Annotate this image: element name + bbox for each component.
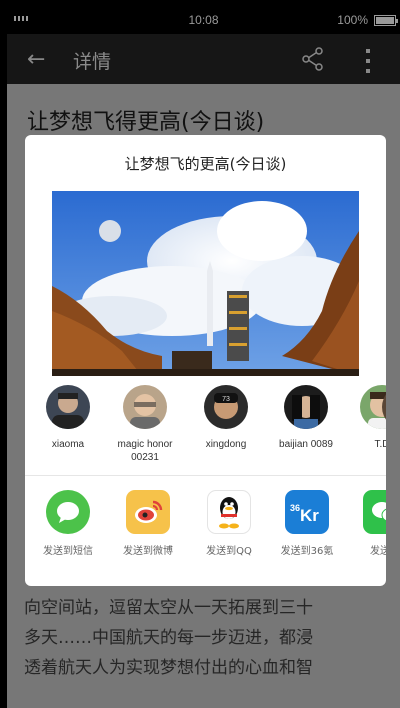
contact-item[interactable]: 更: [366, 385, 386, 451]
weibo-icon: [126, 490, 170, 534]
article-line: 透着航天人为实现梦想付出的心血和智: [24, 658, 313, 678]
contact-name: xiaoma: [51, 439, 85, 450]
contact-name: baijian 0089: [279, 439, 333, 450]
contact-item[interactable]: 73 xingdong: [188, 385, 264, 451]
contact-name: xingdong: [205, 439, 247, 450]
avatar: [382, 385, 386, 429]
share-dialog: 让梦想飞的更高(今日谈) xiaoma magic honor 00231 73…: [25, 135, 386, 586]
more-vertical-icon[interactable]: [366, 49, 370, 73]
contact-item[interactable]: xiaoma: [30, 385, 106, 451]
contact-item[interactable]: baijian 0089: [268, 385, 344, 451]
share-target-list[interactable]: 发送到短信 发送到微博 发送到QQ 36Kr 发送到36氪 发送到: [25, 485, 386, 565]
battery-percent: 100%: [337, 13, 368, 27]
article-line: 向空间站，逗留太空从一天拓展到三十: [24, 598, 313, 618]
share-weibo-button[interactable]: 发送到微博: [106, 490, 190, 557]
svg-text:Kr: Kr: [300, 506, 319, 524]
share-target-label: 发送到短信: [43, 546, 93, 557]
rocket-launch-image: [52, 191, 359, 376]
svg-text:73: 73: [222, 396, 230, 403]
share-target-label: 发送到QQ: [206, 546, 252, 557]
share-wechat-button[interactable]: 发送到: [343, 490, 386, 557]
contact-name: 更: [366, 438, 386, 451]
share-icon[interactable]: [301, 47, 325, 75]
sms-icon: [46, 490, 90, 534]
svg-text:36: 36: [290, 503, 300, 513]
share-36kr-button[interactable]: 36 Kr 发送到36氪: [265, 490, 349, 557]
page-title: 详情: [73, 51, 112, 73]
avatar: [46, 385, 90, 429]
avatar: [123, 385, 167, 429]
article-line: 多天……中国航天的每一步迈进，都浸: [24, 628, 313, 648]
wechat-icon: [363, 490, 386, 534]
arrow-left-icon[interactable]: ←: [27, 47, 45, 72]
share-target-label: 发送到微博: [123, 546, 173, 557]
status-bar: 10:08 100%: [7, 8, 400, 34]
contact-item[interactable]: magic honor 00231: [107, 385, 183, 464]
article-title: 让梦想飞得更高(今日谈): [27, 110, 265, 135]
avatar: 73: [204, 385, 248, 429]
share-target-label: 发送到36氪: [280, 546, 334, 557]
share-target-label: 发送到: [370, 546, 386, 557]
battery-icon: [374, 15, 398, 26]
contact-list[interactable]: xiaoma magic honor 00231 73 xingdong bai…: [25, 385, 386, 475]
app-bar: ← 详情: [7, 34, 400, 84]
divider: [25, 475, 386, 476]
avatar: [284, 385, 328, 429]
qq-icon: [207, 490, 251, 534]
share-sms-button[interactable]: 发送到短信: [26, 490, 110, 557]
contact-name: magic honor 00231: [117, 439, 173, 463]
36kr-icon: 36 Kr: [285, 490, 329, 534]
share-qq-button[interactable]: 发送到QQ: [187, 490, 271, 557]
share-dialog-title: 让梦想飞的更高(今日谈): [124, 155, 287, 173]
